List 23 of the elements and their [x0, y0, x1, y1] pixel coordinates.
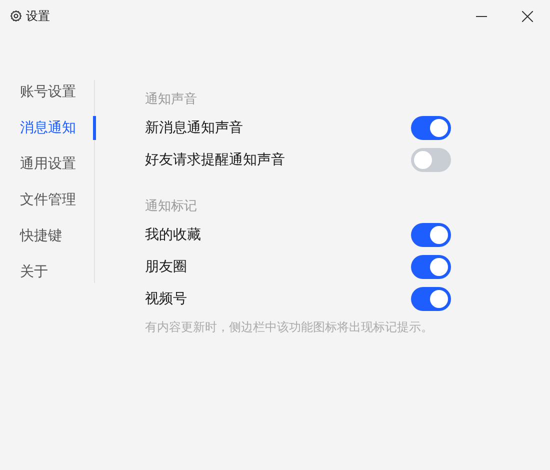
- close-icon: [522, 10, 532, 22]
- section-title: 通知标记: [145, 198, 198, 216]
- settings-icon: [10, 10, 22, 22]
- sidebar-item[interactable]: 关于: [0, 260, 94, 284]
- setting-label: 朋友圈: [145, 258, 187, 276]
- sidebar-item[interactable]: 账号设置: [0, 80, 94, 104]
- sidebar-item[interactable]: 快捷键: [0, 224, 94, 248]
- setting-label: 视频号: [145, 290, 187, 308]
- toggle-switch[interactable]: [411, 255, 451, 279]
- hint-text: 有内容更新时，侧边栏中该功能图标将出现标记提示。: [145, 319, 434, 336]
- toggle-switch[interactable]: [411, 148, 451, 172]
- setting-label: 新消息通知声音: [145, 119, 243, 137]
- sidebar-item[interactable]: 通用设置: [0, 152, 94, 176]
- setting-label: 好友请求提醒通知声音: [145, 151, 285, 169]
- window-title: 设置: [26, 8, 50, 24]
- section-title: 通知声音: [145, 91, 198, 109]
- setting-label: 我的收藏: [145, 226, 201, 244]
- toggle-switch[interactable]: [411, 223, 451, 247]
- toggle-switch[interactable]: [411, 116, 451, 140]
- sidebar-item[interactable]: 文件管理: [0, 188, 94, 212]
- active-indicator: [93, 116, 96, 140]
- sidebar-item[interactable]: 消息通知: [0, 116, 94, 140]
- toggle-switch[interactable]: [411, 287, 451, 311]
